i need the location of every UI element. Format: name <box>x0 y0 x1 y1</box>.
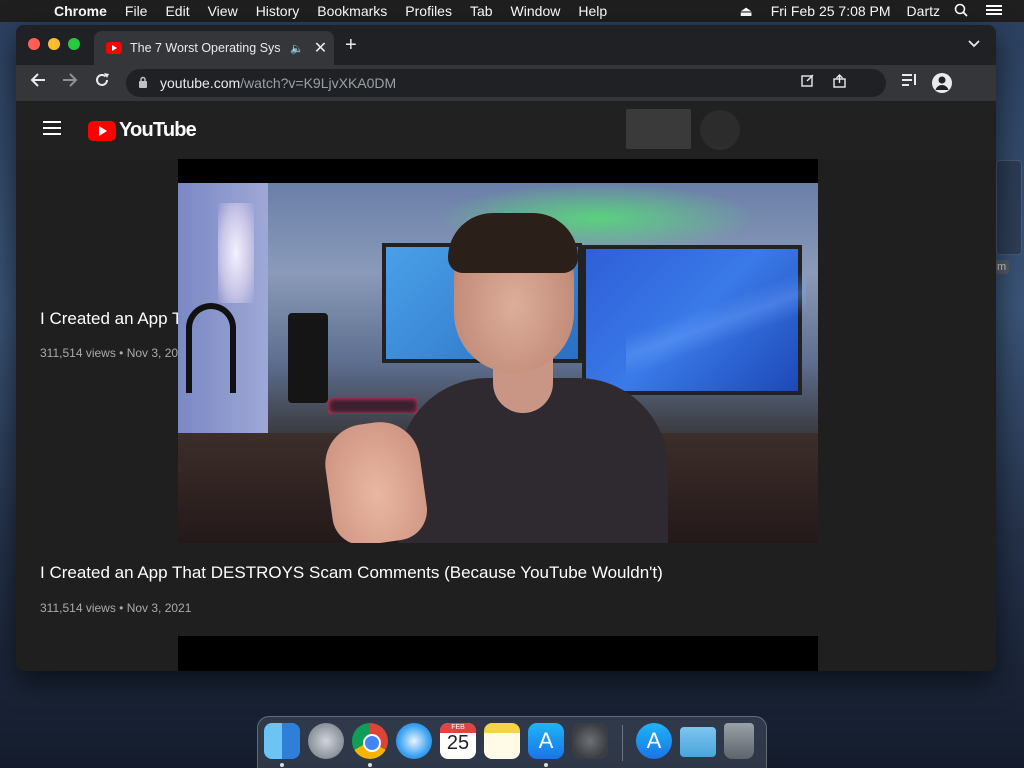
youtube-favicon-icon <box>106 42 122 54</box>
video-title[interactable]: I Created an App That DESTROYS Scam Comm… <box>40 563 663 583</box>
browser-toolbar: youtube.com/watch?v=K9LjvXKA0DM <box>16 65 996 101</box>
video-frame-headphones <box>186 303 236 393</box>
menubar-user[interactable]: Dartz <box>907 3 940 19</box>
forward-button[interactable] <box>62 72 78 93</box>
dock: FEB 25 A A <box>257 716 767 768</box>
chrome-icon[interactable] <box>352 723 388 759</box>
video-meta: 311,514 views • Nov 3, 2021 <box>40 601 192 615</box>
youtube-masthead: YouTube <box>16 101 996 159</box>
control-center-icon[interactable] <box>986 3 1002 19</box>
menu-tab[interactable]: Tab <box>470 3 493 19</box>
running-indicator <box>544 763 548 767</box>
video-player[interactable] <box>178 183 818 543</box>
hamburger-menu-icon[interactable] <box>43 121 61 135</box>
desktop-background-item: m <box>994 160 1024 280</box>
url-text[interactable]: youtube.com/watch?v=K9LjvXKA0DM <box>160 75 396 91</box>
player-letterbox-top <box>178 159 818 183</box>
menu-edit[interactable]: Edit <box>165 3 189 19</box>
url-host: youtube.com <box>160 75 241 91</box>
url-path: /watch?v=K9LjvXKA0DM <box>240 75 397 91</box>
calendar-day: 25 <box>446 732 470 754</box>
eject-icon[interactable]: ⏏ <box>739 3 752 20</box>
menu-history[interactable]: History <box>256 3 300 19</box>
chrome-window: The 7 Worst Operating Sys 🔈 ✕ + youtube.… <box>16 25 996 671</box>
menu-help[interactable]: Help <box>578 3 607 19</box>
tab-close-button[interactable]: ✕ <box>314 38 327 58</box>
notes-icon[interactable] <box>484 723 520 759</box>
menu-app-name[interactable]: Chrome <box>54 3 107 19</box>
calendar-month: FEB <box>440 723 476 733</box>
minimize-window-button[interactable] <box>48 38 60 50</box>
video-frame-keyboard <box>328 398 418 414</box>
lock-icon[interactable] <box>138 76 148 91</box>
speaker-icon[interactable]: 🔈 <box>290 42 304 55</box>
launchpad-icon[interactable] <box>308 723 344 759</box>
menu-bookmarks[interactable]: Bookmarks <box>317 3 387 19</box>
back-button[interactable] <box>30 72 46 93</box>
downloads-folder-icon[interactable] <box>680 727 716 757</box>
youtube-play-icon <box>88 120 116 141</box>
video-frame-speaker <box>288 313 328 403</box>
video-frame-monitor-right <box>582 245 806 399</box>
safari-icon[interactable] <box>396 723 432 759</box>
new-tab-button[interactable]: + <box>345 34 357 57</box>
tab-search-chevron-icon[interactable] <box>968 37 980 51</box>
tab-strip: The 7 Worst Operating Sys 🔈 ✕ + <box>16 25 996 65</box>
youtube-logo[interactable]: YouTube <box>88 119 197 142</box>
youtube-logo-text: YouTube <box>119 119 197 141</box>
menu-window[interactable]: Window <box>511 3 561 19</box>
app-store-downloads-icon[interactable]: A <box>636 723 672 759</box>
finder-icon[interactable] <box>264 723 300 759</box>
reload-button[interactable] <box>94 72 110 93</box>
close-window-button[interactable] <box>28 38 40 50</box>
video-frame-person-hair <box>448 213 578 273</box>
share-icon[interactable] <box>833 74 846 91</box>
desktop-widget-label: m <box>994 260 1010 274</box>
menu-bar: Chrome File Edit View History Bookmarks … <box>0 0 1024 22</box>
tab-title: The 7 Worst Operating Sys <box>130 41 281 55</box>
app-store-icon[interactable]: A <box>528 723 564 759</box>
tab-youtube-video[interactable]: The 7 Worst Operating Sys 🔈 ✕ <box>94 31 334 65</box>
system-preferences-icon[interactable] <box>572 723 608 759</box>
video-frame-lamp <box>218 203 254 303</box>
profile-avatar-icon[interactable] <box>932 73 952 93</box>
fullscreen-window-button[interactable] <box>68 38 80 50</box>
youtube-page: YouTube I Created an App That DESTROYS S… <box>16 101 996 671</box>
search-icon[interactable] <box>954 3 968 20</box>
running-indicator <box>368 763 372 767</box>
menubar-clock[interactable]: Fri Feb 25 7:08 PM <box>771 3 891 19</box>
video-title[interactable]: I Created an App That DESTROYS Scam Comm… <box>40 309 180 329</box>
open-in-app-icon[interactable] <box>801 74 814 90</box>
video-meta: 311,514 views • Nov 3, 2021 <box>40 346 180 360</box>
desktop-widget <box>996 160 1022 255</box>
menu-file[interactable]: File <box>125 3 148 19</box>
player-letterbox-bottom <box>178 636 818 671</box>
address-bar[interactable]: youtube.com/watch?v=K9LjvXKA0DM <box>126 69 886 97</box>
dock-separator <box>622 725 623 761</box>
running-indicator <box>280 763 284 767</box>
avatar-placeholder-skeleton <box>700 110 740 150</box>
menu-view[interactable]: View <box>208 3 238 19</box>
trash-icon[interactable] <box>724 723 754 759</box>
menu-profiles[interactable]: Profiles <box>405 3 452 19</box>
search-placeholder-skeleton <box>626 109 691 149</box>
calendar-icon[interactable]: FEB 25 <box>440 723 476 759</box>
media-controls-icon[interactable] <box>902 73 918 90</box>
